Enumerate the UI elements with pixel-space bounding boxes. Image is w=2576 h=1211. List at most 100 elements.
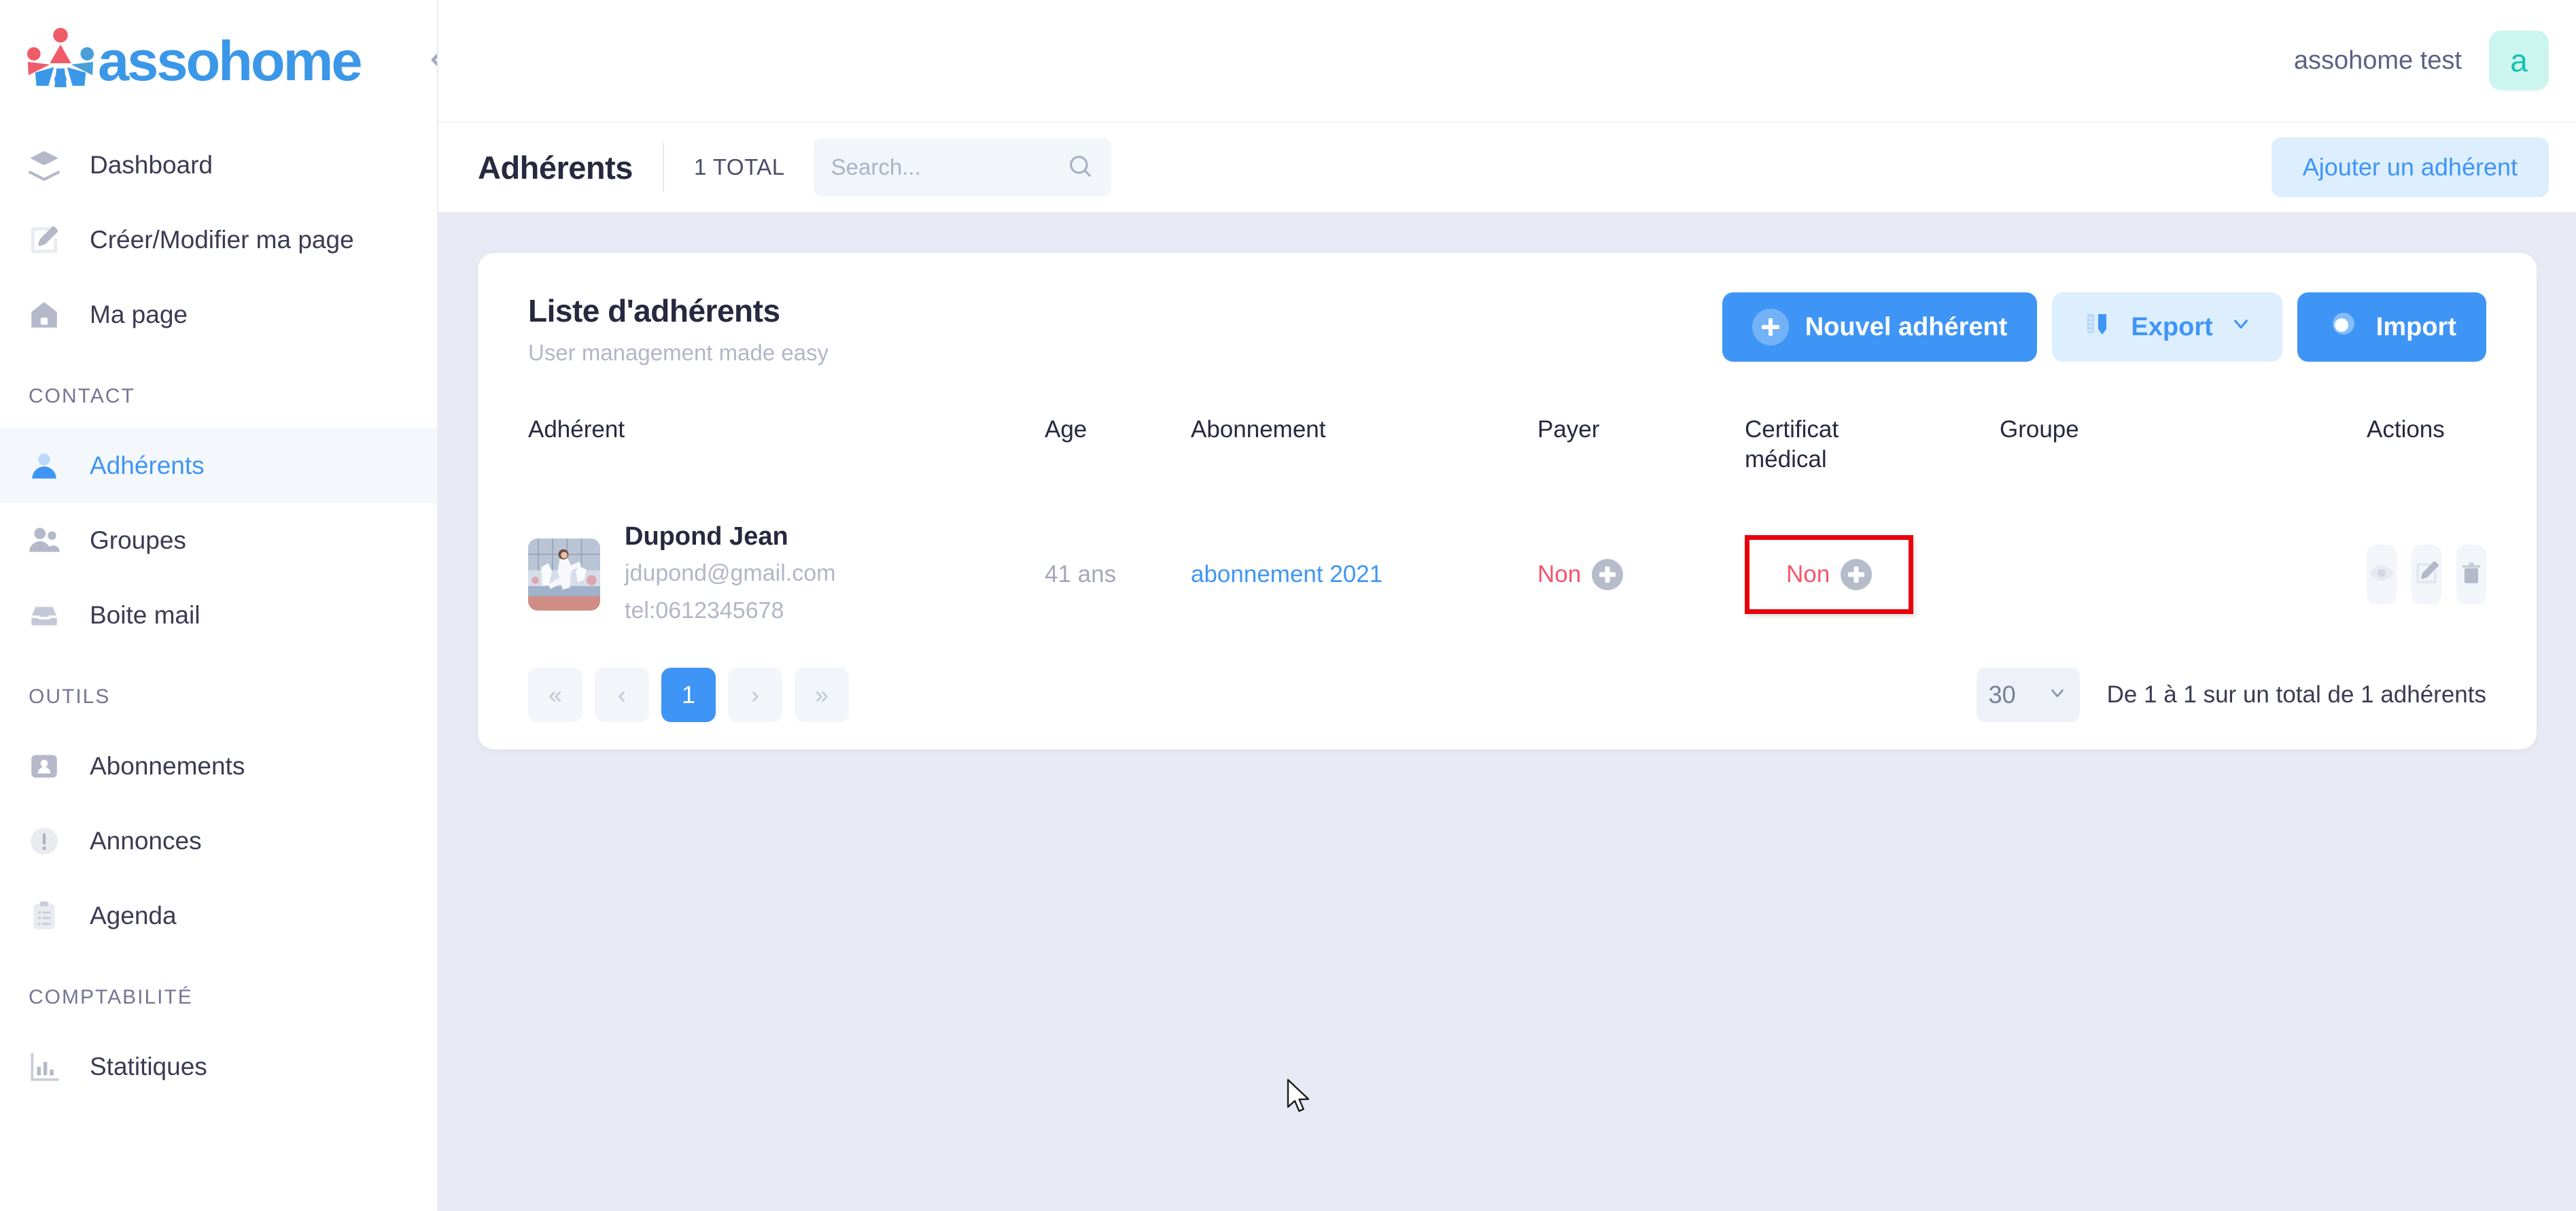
page-last-button[interactable]: »: [795, 668, 849, 723]
member-block: Dupond Jean jdupond@gmail.com tel:061234…: [528, 522, 1045, 628]
plus-circle-icon[interactable]: [1592, 558, 1624, 590]
sidebar-item-boite-mail[interactable]: Boite mail: [0, 578, 437, 653]
sidebar-item-label: Annonces: [90, 827, 202, 855]
cell-payer: Non: [1537, 499, 1745, 651]
sidebar-item-adherents[interactable]: Adhérents: [0, 428, 437, 503]
account-name: assohome test: [2293, 46, 2462, 75]
home-icon: [27, 298, 69, 332]
page-size-select[interactable]: 30: [1976, 668, 2080, 723]
search-box[interactable]: [813, 138, 1111, 197]
card-action-buttons: Nouvel adhérent Export Import: [1722, 292, 2486, 362]
import-button[interactable]: Import: [2297, 292, 2486, 362]
eye-icon: [2367, 558, 2397, 590]
export-icon: [2082, 307, 2114, 347]
app-root: assohome Dashboard Créer/Modifier ma pag…: [0, 0, 2576, 1211]
member-photo: [528, 538, 600, 611]
cell-groupe: [2000, 499, 2367, 651]
member-age: 41 ans: [1045, 560, 1117, 587]
card-title: Liste d'adhérents: [528, 293, 780, 328]
sidebar-item-creer-modifier-ma-page[interactable]: Créer/Modifier ma page: [0, 203, 437, 277]
alert-circle-icon: [27, 824, 69, 858]
table-row: Dupond Jean jdupond@gmail.com tel:061234…: [528, 499, 2486, 651]
sidebar-item-label: Agenda: [90, 902, 177, 929]
import-label: Import: [2375, 312, 2456, 341]
search-input[interactable]: [831, 154, 1066, 180]
page-1-button[interactable]: 1: [661, 668, 716, 723]
edit-square-icon: [27, 223, 69, 257]
sidebar-item-abonnements[interactable]: Abonnements: [0, 729, 437, 804]
cell-actions: [2367, 499, 2486, 651]
layers-icon: [27, 148, 69, 182]
sidebar-item-label: Dashboard: [90, 151, 213, 179]
chevron-down-icon: [2047, 681, 2068, 709]
total-count: 1 TOTAL: [693, 154, 785, 180]
th-payer: Payer: [1537, 416, 1600, 443]
avatar[interactable]: a: [2489, 31, 2549, 90]
sidebar-item-label: Adhérents: [90, 451, 205, 479]
chevron-down-icon: [2229, 312, 2252, 342]
sidebar-collapse-button[interactable]: [421, 39, 437, 80]
sidebar-item-label: Boite mail: [90, 601, 201, 629]
th-age: Age: [1045, 416, 1087, 443]
certificat-highlight-box: Non: [1745, 534, 1914, 614]
page-prev-button[interactable]: ‹: [595, 668, 649, 723]
card-subtitle: User management made easy: [528, 340, 829, 365]
add-adherent-button[interactable]: Ajouter un adhérent: [2271, 137, 2549, 197]
sidebar-item-agenda[interactable]: Agenda: [0, 879, 437, 953]
certificat-value: Non: [1786, 560, 1830, 587]
member-email: jdupond@gmail.com: [625, 560, 836, 586]
nouvel-adherent-button[interactable]: Nouvel adhérent: [1722, 292, 2038, 362]
th-adherent: Adhérent: [528, 416, 625, 443]
th-certificat-line1: Certificat: [1745, 416, 1839, 443]
range-text: De 1 à 1 sur un total de 1 adhérents: [2106, 681, 2486, 709]
user-icon: [27, 449, 69, 483]
sidebar-nav: Dashboard Créer/Modifier ma page Ma page…: [0, 122, 437, 1104]
abonnement-link[interactable]: abonnement 2021: [1191, 561, 1382, 587]
cell-abonnement: abonnement 2021: [1191, 499, 1537, 651]
th-abonnement: Abonnement: [1191, 416, 1326, 443]
trash-icon: [2456, 558, 2486, 590]
sidebar-item-groupes[interactable]: Groupes: [0, 503, 437, 578]
edit-icon: [2412, 558, 2441, 590]
page-next-button[interactable]: ›: [728, 668, 782, 723]
topbar: assohome test a: [438, 0, 2576, 121]
plus-circle-icon[interactable]: [1841, 558, 1873, 590]
inbox-icon: [27, 598, 69, 632]
export-button[interactable]: Export: [2052, 292, 2282, 362]
id-card-icon: [27, 749, 69, 783]
sidebar-item-label: Ma page: [90, 301, 188, 328]
view-button[interactable]: [2367, 544, 2397, 604]
sidebar-item-annonces[interactable]: Annonces: [0, 804, 437, 879]
sidebar-item-ma-page[interactable]: Ma page: [0, 277, 437, 352]
brand-logo[interactable]: assohome: [0, 0, 437, 122]
brand-name: assohome: [98, 29, 363, 92]
page-first-button[interactable]: «: [528, 668, 582, 723]
assohome-logo-icon: [20, 26, 101, 97]
sidebar-item-label: Statitiques: [90, 1053, 207, 1080]
sidebar-item-label: Créer/Modifier ma page: [90, 226, 354, 254]
page-subheader: Adhérents 1 TOTAL Ajouter un adhérent: [438, 121, 2576, 212]
member-name: Dupond Jean: [625, 522, 788, 551]
delete-button[interactable]: [2456, 544, 2486, 604]
sidebar: assohome Dashboard Créer/Modifier ma pag…: [0, 0, 438, 1211]
th-actions: Actions: [2367, 416, 2445, 443]
row-actions: [2367, 544, 2486, 604]
table-header-row: Adhérent Age Abonnement Payer Certificat…: [528, 415, 2486, 499]
sidebar-item-statitiques[interactable]: Statitiques: [0, 1029, 437, 1104]
payer-status[interactable]: Non: [1537, 558, 1624, 590]
page-size-value: 30: [1988, 681, 2016, 709]
table-head: Adhérent Age Abonnement Payer Certificat…: [528, 415, 2486, 499]
table-body: Dupond Jean jdupond@gmail.com tel:061234…: [528, 499, 2486, 651]
sidebar-item-dashboard[interactable]: Dashboard: [0, 128, 437, 203]
import-icon: [2327, 307, 2360, 347]
plus-circle-icon: [1752, 309, 1789, 345]
divider: [662, 143, 664, 192]
sidebar-item-label: Groupes: [90, 526, 186, 554]
certificat-status[interactable]: Non: [1786, 558, 1873, 590]
edit-button[interactable]: [2412, 544, 2441, 604]
member-phone: tel:0612345678: [625, 598, 784, 624]
pagination-info: 30 De 1 à 1 sur un total de 1 adhérents: [1976, 668, 2486, 723]
sidebar-section-comptabilite: COMPTABILITÉ: [29, 986, 193, 1008]
cell-age: 41 ans: [1045, 499, 1191, 651]
main-area: assohome test a Adhérents 1 TOTAL Ajoute…: [438, 0, 2576, 1211]
